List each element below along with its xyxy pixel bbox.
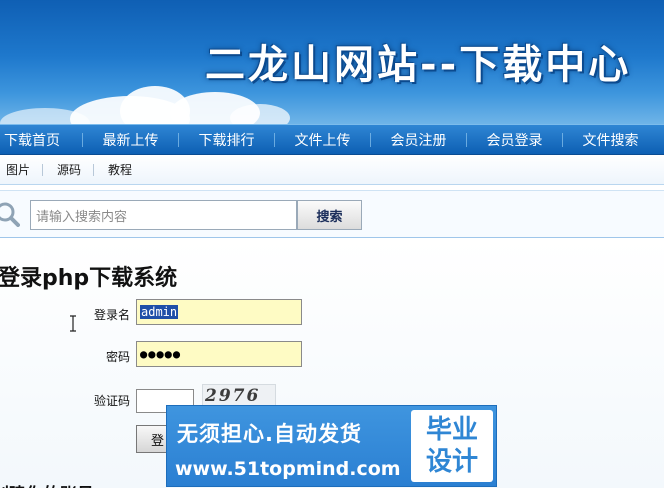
subnav-divider xyxy=(42,163,44,176)
subnav-item-images[interactable]: 图片 xyxy=(6,161,42,178)
ad-badge-line2: 设计 xyxy=(425,447,478,477)
search-icon xyxy=(0,202,20,227)
watermark-ad: 无须担心.自动发货 www.51topmind.com 毕业 设计 xyxy=(166,405,497,487)
search-bar: 请输入搜索内容 搜索 xyxy=(0,190,664,238)
sub-nav: 图片 源码 教程 xyxy=(0,155,664,185)
subnav-item-source[interactable]: 源码 xyxy=(57,161,93,178)
password-label: 密码 xyxy=(105,350,130,364)
captcha-label: 验证码 xyxy=(93,394,130,408)
ad-badge: 毕业 设计 xyxy=(411,410,493,482)
main-nav: 下载首页 最新上传 下载排行 文件上传 会员注册 会员登录 文件搜索 xyxy=(0,124,664,155)
username-value: admin xyxy=(140,305,179,319)
subnav-item-tutorials[interactable]: 教程 xyxy=(108,161,144,178)
password-field[interactable]: ●●●●● xyxy=(136,341,302,367)
cloud-shape xyxy=(230,104,290,124)
nav-item-home[interactable]: 下载首页 xyxy=(0,125,82,154)
nav-item-latest[interactable]: 最新上传 xyxy=(83,125,178,154)
banner-title: 二龙山网站--下载中心 xyxy=(205,42,632,88)
nav-item-login[interactable]: 会员登录 xyxy=(467,125,562,154)
text-cursor-icon xyxy=(70,315,76,332)
ad-badge-line1: 毕业 xyxy=(425,415,478,445)
page-title: 登录php下载系统 xyxy=(0,266,178,291)
nav-item-upload[interactable]: 文件上传 xyxy=(275,125,370,154)
nav-item-search[interactable]: 文件搜索 xyxy=(563,125,658,154)
nav-item-register[interactable]: 会员注册 xyxy=(371,125,466,154)
ad-url: www.51topmind.com xyxy=(175,458,401,480)
subnav-divider xyxy=(93,163,95,176)
site-banner: 二龙山网站--下载中心 xyxy=(0,0,664,124)
username-label: 登录名 xyxy=(93,308,130,322)
username-field[interactable]: admin xyxy=(136,299,302,325)
ad-slogan: 无须担心.自动发货 xyxy=(177,422,362,446)
search-input[interactable]: 请输入搜索内容 xyxy=(30,200,297,230)
register-link[interactable]: 创建你的账号 xyxy=(0,480,94,488)
nav-item-ranking[interactable]: 下载排行 xyxy=(179,125,274,154)
search-button[interactable]: 搜索 xyxy=(297,200,362,230)
